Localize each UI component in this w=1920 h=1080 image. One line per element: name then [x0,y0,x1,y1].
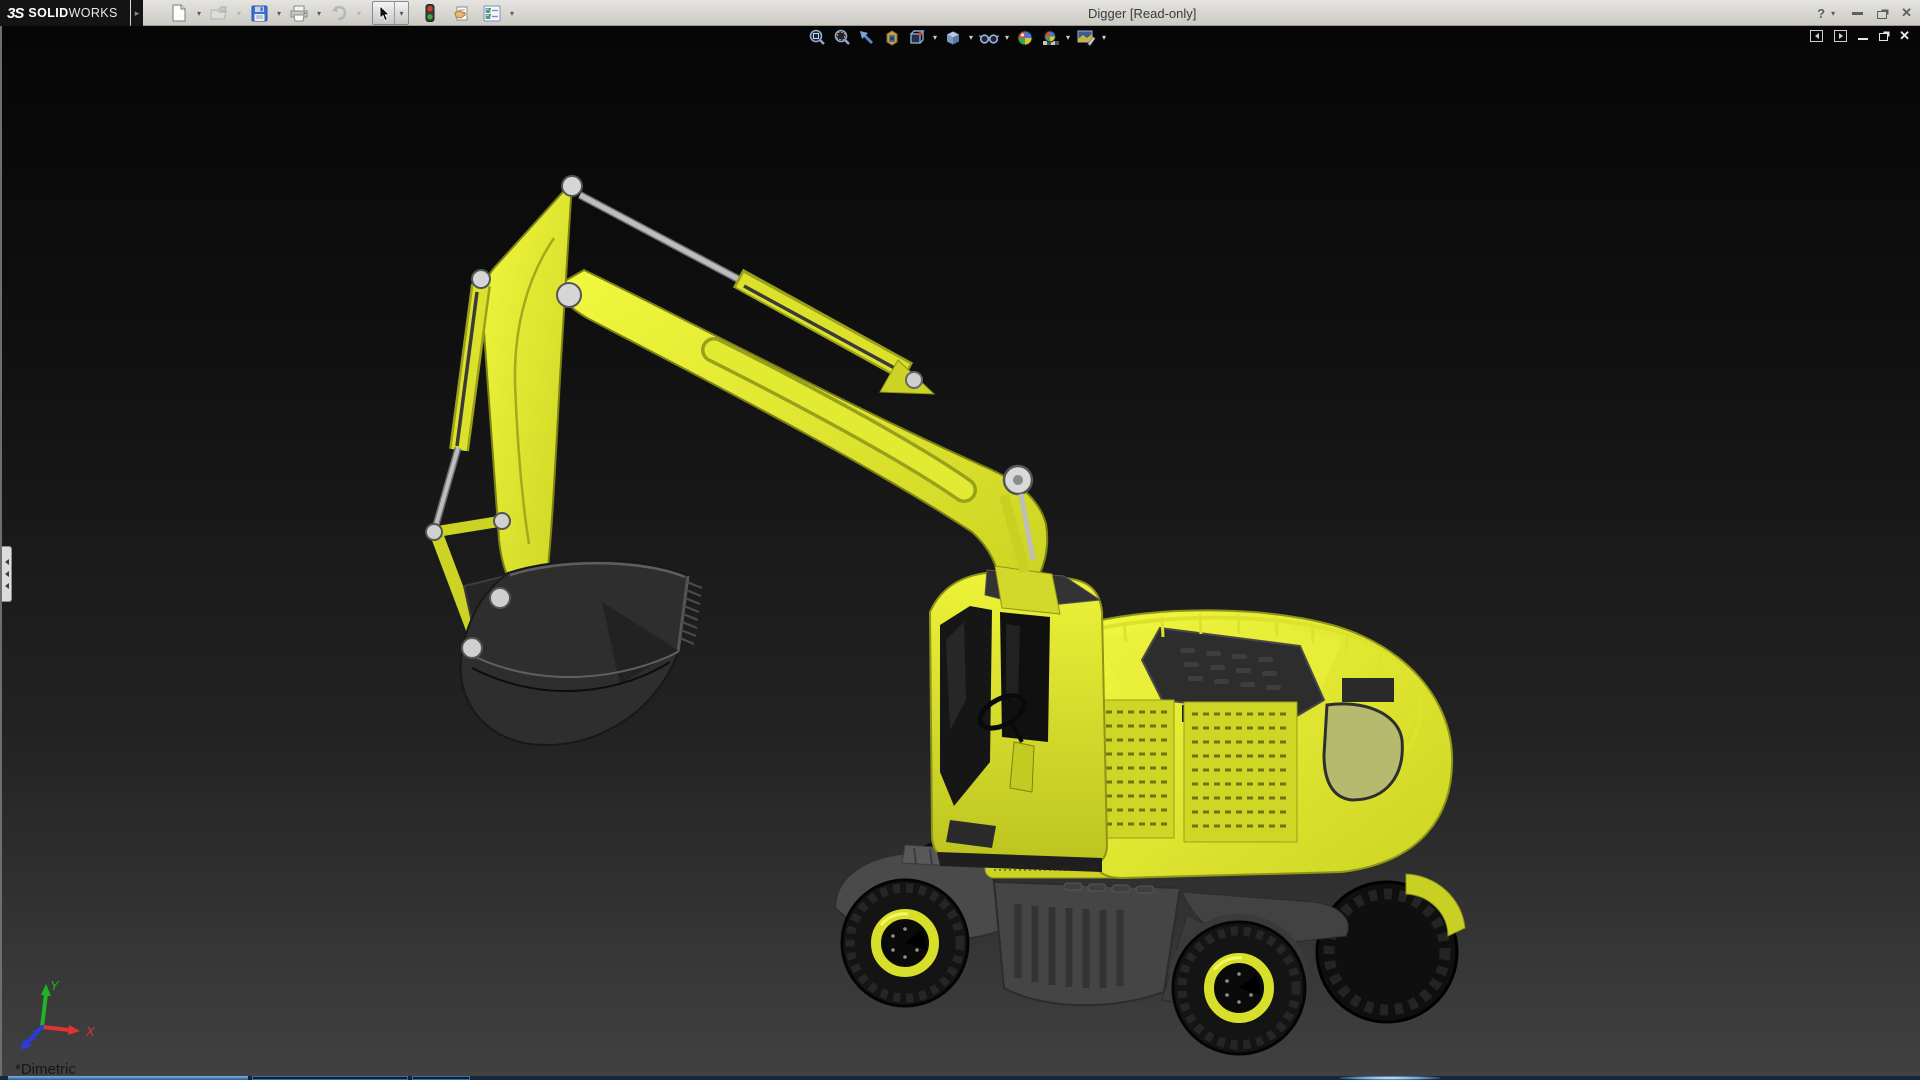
section-view-button[interactable] [881,28,903,48]
apply-scene-button[interactable] [1039,28,1061,48]
orientation-triad: Y X Z [20,978,96,1050]
show-left-pane-icon[interactable] [1810,30,1824,42]
save-icon [251,5,267,21]
rebuild-traffic-light-icon [425,4,435,22]
help-button[interactable]: ? [1817,6,1825,21]
front-right-wheel [1171,920,1307,1056]
document-restore-button[interactable] [1879,33,1889,41]
zoom-to-area-button[interactable] [831,28,853,48]
view-orientation-icon [910,29,925,44]
select-tool-group: ▾ [372,1,409,25]
restore-button[interactable] [1877,10,1888,19]
open-button[interactable] [208,2,230,24]
apply-scene-caret[interactable]: ▾ [1064,33,1072,42]
document-minimize-button[interactable] [1858,38,1869,40]
select-dropdown-caret[interactable]: ▾ [395,2,408,24]
print-icon [290,5,308,21]
triad-y-label: Y [50,978,60,993]
open-dropdown-caret[interactable]: ▾ [234,9,244,18]
excavator-model [425,175,1466,1056]
taskbar-edge [0,1076,1920,1080]
save-button[interactable] [248,2,270,24]
zoom-to-fit-icon [809,29,825,45]
logo-text-bold: SOLID [28,6,69,20]
display-style-icon [947,31,959,44]
edit-appearance-button[interactable] [1014,28,1036,48]
undo-icon [332,5,347,21]
feature-manager-collapse-tab[interactable] [2,546,12,602]
bucket [459,559,703,746]
view-orientation-button[interactable] [906,28,928,48]
file-properties-icon [454,6,468,20]
new-document-button[interactable] [168,2,190,24]
3ds-logo-icon: 3S [7,4,24,22]
apply-scene-icon [1043,30,1059,45]
seat [1009,741,1035,793]
side-vents [1099,699,1298,843]
save-dropdown-caret[interactable]: ▾ [274,9,284,18]
solidworks-logo: 3S SOLID WORKS [0,0,130,26]
window-title: Digger [Read-only] [1088,5,1197,21]
file-properties-button[interactable] [451,2,473,24]
triad-z-label: Z [29,1028,39,1043]
show-right-pane-icon[interactable] [1834,30,1848,42]
title-bar: 3S SOLID WORKS ▸ ▾ ▾ ▾ ▾ ▾ ▾ ▾ Digger [R… [0,0,1920,26]
collapse-arrow-icon [4,559,9,565]
cab [928,569,1109,872]
options-button[interactable] [481,2,503,24]
edit-appearance-icon [1017,30,1033,45]
window-controls: ? ▾ ✕ [1817,0,1912,26]
taskbar-glow [1340,1076,1440,1080]
menu-flyout-arrow-icon[interactable]: ▸ [131,0,143,26]
select-cursor-icon [379,4,390,21]
undo-dropdown-caret[interactable]: ▾ [354,9,364,18]
options-dropdown-caret[interactable]: ▾ [507,9,517,18]
display-style-caret[interactable]: ▾ [967,33,975,42]
taskbar-button[interactable] [412,1076,470,1080]
view-settings-caret[interactable]: ▾ [1100,33,1108,42]
view-settings-button[interactable] [1075,28,1097,48]
document-window-controls: ✕ [1810,28,1910,44]
collapse-arrow-icon [4,583,9,589]
view-orientation-caret[interactable]: ▾ [931,33,939,42]
heads-up-view-toolbar: ▾ ▾ ▾ ▾ ▾ [806,27,1108,48]
help-dropdown-caret[interactable]: ▾ [1828,9,1838,18]
taskbar-active-button[interactable] [8,1076,248,1080]
standard-toolbar: ▾ ▾ ▾ ▾ ▾ ▾ ▾ [168,0,517,26]
select-button[interactable] [373,2,395,24]
undo-button[interactable] [328,2,350,24]
hide-show-items-icon [979,33,999,44]
boom-assembly [425,175,1061,639]
open-icon [210,5,227,20]
previous-view-button[interactable] [856,28,878,48]
minimize-button[interactable] [1852,11,1864,15]
print-dropdown-caret[interactable]: ▾ [314,9,324,18]
previous-view-icon [860,30,874,44]
collapse-arrow-icon [4,571,9,577]
triad-x-label: X [85,1024,96,1039]
rear-side-window [1322,702,1404,802]
new-document-icon [172,4,186,22]
graphics-area[interactable]: Y X Z *Dimetric [0,26,1920,1078]
close-button[interactable]: ✕ [1901,5,1912,21]
front-left-wheel [840,878,970,1008]
options-icon [483,5,501,21]
view-settings-icon [1077,30,1096,46]
document-close-button[interactable]: ✕ [1899,28,1910,44]
print-button[interactable] [288,2,310,24]
rebuild-button[interactable] [419,2,441,24]
taskbar-button[interactable] [252,1076,408,1080]
logo-text-light: WORKS [68,6,118,20]
zoom-to-area-icon [834,29,850,45]
hide-show-items-button[interactable] [978,28,1000,48]
hide-show-items-caret[interactable]: ▾ [1003,33,1011,42]
model-scene[interactable]: Y X Z [2,26,1920,1076]
section-view-icon [886,29,898,46]
new-dropdown-caret[interactable]: ▾ [194,9,204,18]
zoom-to-fit-button[interactable] [806,28,828,48]
display-style-button[interactable] [942,28,964,48]
